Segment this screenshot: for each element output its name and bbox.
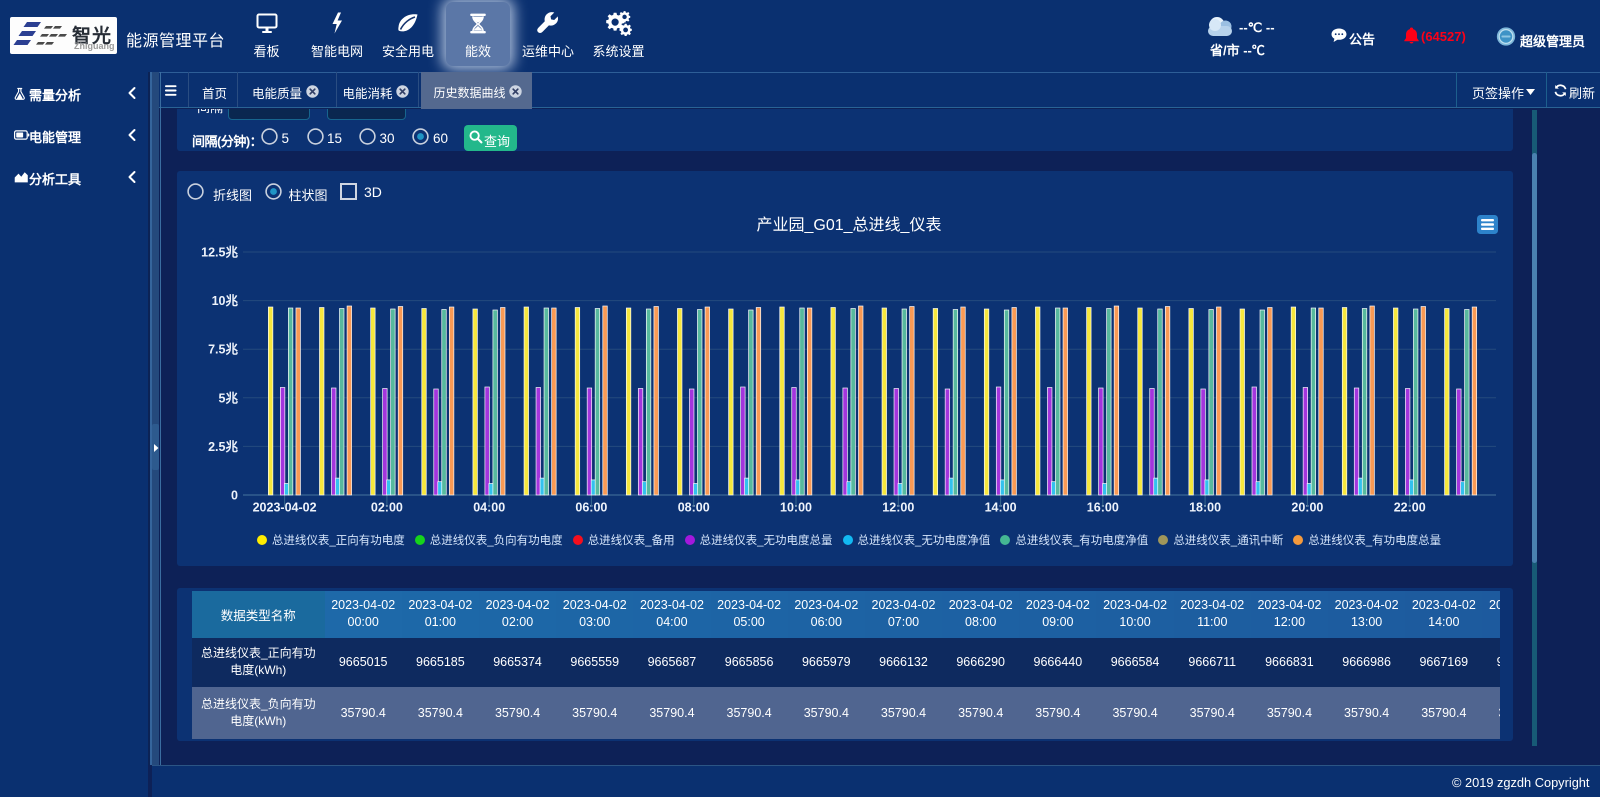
svg-text:0: 0 [231,489,238,503]
svg-text:7.5兆: 7.5兆 [208,342,238,357]
svg-text:10兆: 10兆 [212,293,239,308]
svg-text:5兆: 5兆 [219,390,239,405]
svg-text:2.5兆: 2.5兆 [208,439,238,454]
svg-text:12.5兆: 12.5兆 [201,245,238,260]
